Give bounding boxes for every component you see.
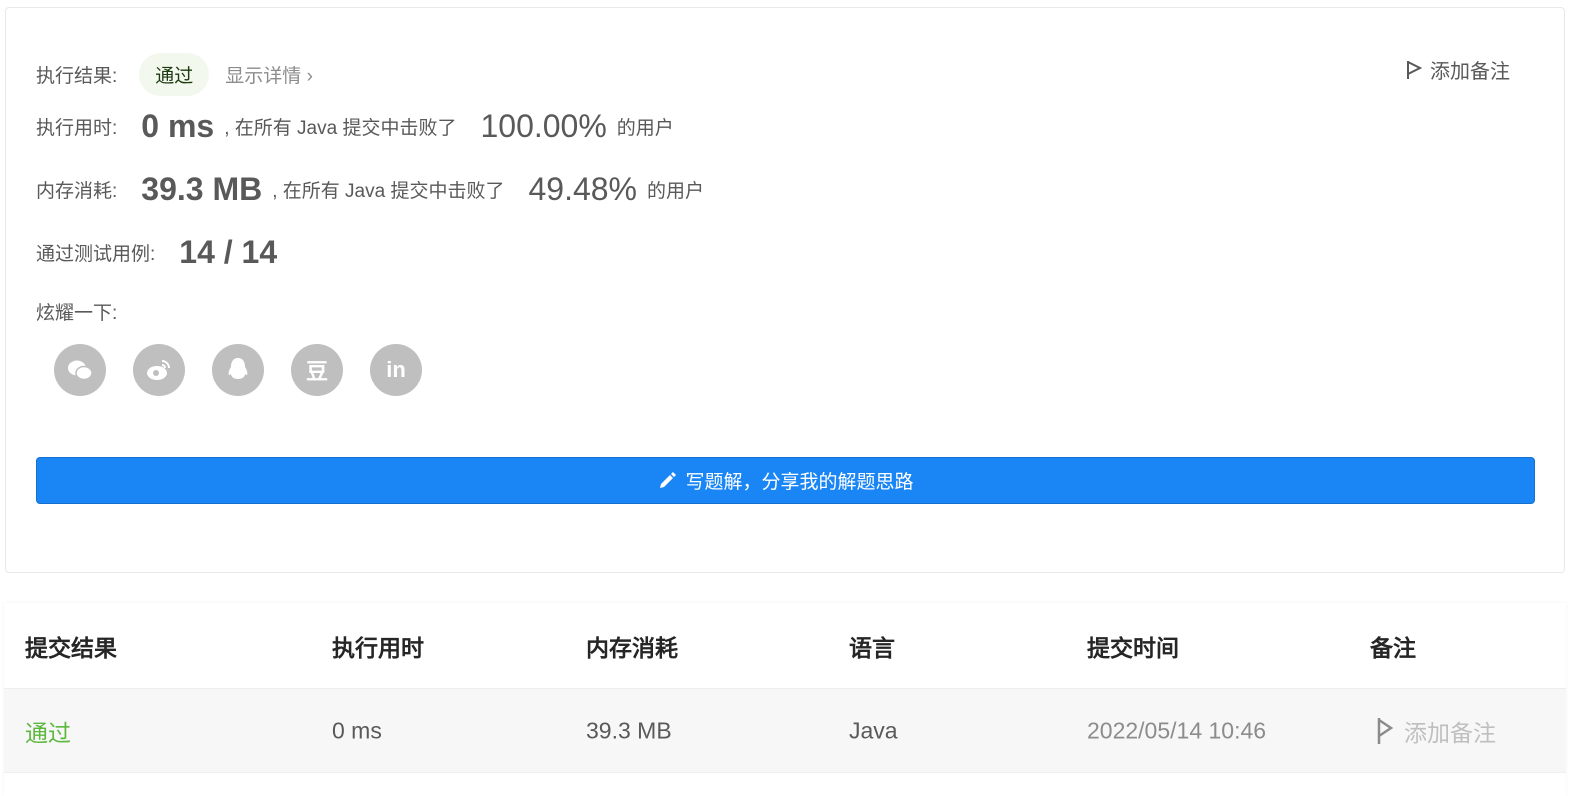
share-row: 炫耀一下: [36, 298, 117, 325]
table-row[interactable]: 通过 0 ms 39.3 MB Java 2022/05/14 10:46 添加… [4, 688, 1566, 773]
row-add-note-button[interactable]: 添加备注 [1376, 714, 1496, 748]
row-memory: 39.3 MB [586, 717, 672, 743]
row-status[interactable]: 通过 [25, 714, 71, 748]
header-status: 提交结果 [25, 634, 117, 661]
weibo-icon[interactable] [133, 344, 185, 396]
runtime-percent: 100.00% [480, 108, 607, 144]
write-solution-button[interactable]: 写题解，分享我的解题思路 [36, 457, 1535, 504]
runtime-suffix: 的用户 [616, 118, 674, 139]
header-time: 提交时间 [1087, 634, 1179, 661]
add-note-label: 添加备注 [1430, 61, 1510, 83]
linkedin-icon[interactable]: in [370, 344, 422, 396]
table-header: 提交结果 执行用时 内存消耗 语言 提交时间 备注 [4, 603, 1566, 688]
pencil-icon [660, 471, 677, 488]
row-time: 2022/05/14 10:46 [1087, 717, 1267, 743]
result-card: 执行结果: 通过 显示详情 › 添加备注 执行用时: 0 ms , 在所有 Ja… [5, 7, 1565, 573]
header-runtime: 执行用时 [332, 634, 424, 661]
tests-label: 通过测试用例: [36, 244, 156, 265]
douban-icon[interactable]: 豆 [291, 344, 343, 396]
share-icons: 豆 in [54, 344, 422, 396]
submissions-table: 提交结果 执行用时 内存消耗 语言 提交时间 备注 通过 0 ms 39.3 M… [4, 603, 1566, 796]
header-note: 备注 [1370, 634, 1416, 661]
memory-suffix: 的用户 [647, 181, 705, 202]
memory-percent: 49.48% [528, 171, 637, 207]
show-details-link[interactable]: 显示详情 › [225, 61, 313, 88]
share-label: 炫耀一下: [36, 303, 118, 324]
runtime-text: , 在所有 Java 提交中击败了 [224, 118, 457, 139]
row-runtime: 0 ms [332, 717, 382, 743]
write-solution-label: 写题解，分享我的解题思路 [685, 472, 914, 493]
flag-icon [1377, 717, 1394, 744]
runtime-value: 0 ms [141, 108, 215, 144]
memory-row: 内存消耗: 39.3 MB , 在所有 Java 提交中击败了 49.48% 的… [36, 171, 704, 208]
tests-value: 14 / 14 [179, 234, 278, 270]
result-row: 执行结果: 通过 显示详情 › [36, 53, 313, 96]
status-badge: 通过 [139, 53, 210, 96]
header-memory: 内存消耗 [586, 634, 678, 661]
add-note-button[interactable]: 添加备注 [1406, 55, 1510, 84]
flag-icon [1407, 60, 1422, 79]
row-note-label: 添加备注 [1404, 719, 1496, 746]
qq-icon[interactable] [212, 344, 264, 396]
result-label: 执行结果: [36, 66, 118, 87]
header-language: 语言 [849, 634, 895, 661]
tests-row: 通过测试用例: 14 / 14 [36, 234, 287, 271]
runtime-row: 执行用时: 0 ms , 在所有 Java 提交中击败了 100.00% 的用户 [36, 108, 674, 145]
memory-text: , 在所有 Java 提交中击败了 [272, 181, 505, 202]
memory-value: 39.3 MB [141, 171, 263, 207]
memory-label: 内存消耗: [36, 181, 118, 202]
wechat-icon[interactable] [54, 344, 106, 396]
runtime-label: 执行用时: [36, 118, 118, 139]
row-language: Java [849, 717, 898, 743]
